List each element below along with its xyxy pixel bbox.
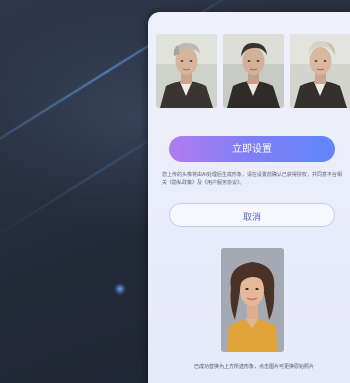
avatar-style-2-thumbnail[interactable]	[223, 34, 284, 108]
setup-now-button[interactable]: 立即设置	[169, 136, 335, 162]
avatar-style-3-thumbnail[interactable]	[290, 34, 350, 108]
avatar-settings-panel: 立即设置 您上传的头像将由AI处理后生成形象，请在设置前确认已获得授权，并同意平…	[148, 12, 350, 383]
cancel-button[interactable]: 取消	[169, 203, 335, 227]
avatar-style-1-thumbnail[interactable]	[156, 34, 217, 108]
user-portrait-photo[interactable]	[221, 248, 284, 352]
notice-text: 您上传的头像将由AI处理后生成形象，请在设置前确认已获得授权，并同意平台相关《隐…	[162, 172, 342, 186]
avatar-style-thumbnails	[156, 34, 350, 108]
background-glow-dot	[114, 283, 126, 295]
footer-note-text: 已成功替换为上方所选形象，点击图片可更换原始照片	[193, 364, 314, 370]
